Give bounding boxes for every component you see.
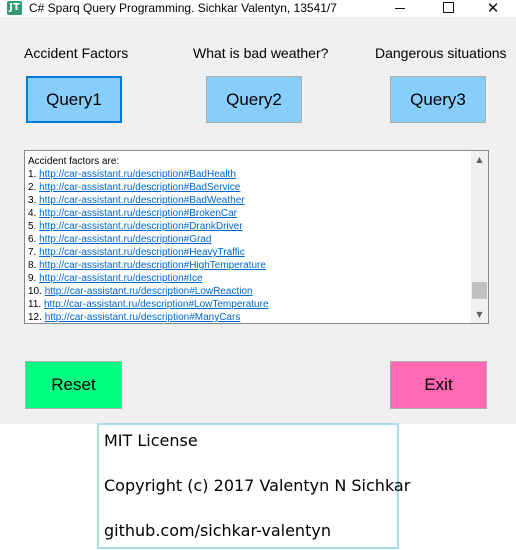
title-bar[interactable]: JT C# Sparq Query Programming. Sichkar V…: [0, 0, 516, 17]
result-row: 3. http://car-assistant.ru/description#B…: [28, 194, 468, 207]
result-row: 1. http://car-assistant.ru/description#B…: [28, 168, 468, 181]
result-row: 2. http://car-assistant.ru/description#B…: [28, 181, 468, 194]
result-number: 12.: [28, 312, 42, 323]
result-link[interactable]: http://car-assistant.ru/description#BadW…: [39, 195, 244, 206]
result-number: 5.: [28, 221, 37, 232]
result-link[interactable]: http://car-assistant.ru/description#Many…: [45, 312, 241, 323]
close-icon[interactable]: ✕: [470, 0, 516, 17]
result-number: 10.: [28, 286, 42, 297]
result-number: 8.: [28, 260, 37, 271]
result-number: 6.: [28, 234, 37, 245]
query2-button[interactable]: Query2: [206, 76, 302, 123]
result-number: 1.: [28, 169, 37, 180]
copyright-text: Copyright (c) 2017 Valentyn N Sichkar: [104, 476, 411, 495]
result-row: 4. http://car-assistant.ru/description#B…: [28, 207, 468, 220]
result-row: 12. http://car-assistant.ru/description#…: [28, 311, 468, 323]
results-header: Accident factors are:: [28, 156, 120, 167]
result-link[interactable]: http://car-assistant.ru/description#BadS…: [39, 182, 240, 193]
result-link[interactable]: http://car-assistant.ru/description#High…: [39, 260, 266, 271]
result-row: 7. http://car-assistant.ru/description#H…: [28, 246, 468, 259]
result-row: 10. http://car-assistant.ru/description#…: [28, 285, 468, 298]
results-content: Accident factors are: 1. http://car-assi…: [28, 155, 468, 323]
result-number: 9.: [28, 273, 37, 284]
reset-button[interactable]: Reset: [25, 361, 122, 409]
maximize-icon[interactable]: [424, 0, 470, 17]
result-link[interactable]: http://car-assistant.ru/description#Dran…: [39, 221, 242, 232]
result-link[interactable]: http://car-assistant.ru/description#LowT…: [44, 299, 269, 310]
query3-button[interactable]: Query3: [390, 76, 486, 123]
bad-weather-label: What is bad weather?: [193, 45, 329, 61]
result-number: 11.: [28, 299, 42, 310]
app-icon: JT: [7, 1, 22, 15]
minimize-icon[interactable]: [378, 0, 424, 17]
results-textbox[interactable]: Accident factors are: 1. http://car-assi…: [24, 150, 489, 324]
dangerous-situations-label: Dangerous situations: [375, 45, 507, 61]
exit-button[interactable]: Exit: [390, 361, 487, 409]
result-link[interactable]: http://car-assistant.ru/description#Ice: [39, 273, 202, 284]
scroll-up-icon[interactable]: ▲: [471, 151, 488, 168]
query1-button[interactable]: Query1: [26, 76, 122, 123]
result-link[interactable]: http://car-assistant.ru/description#LowR…: [45, 286, 253, 297]
result-row: 11. http://car-assistant.ru/description#…: [28, 298, 468, 311]
result-number: 3.: [28, 195, 37, 206]
result-row: 9. http://car-assistant.ru/description#I…: [28, 272, 468, 285]
result-link[interactable]: http://car-assistant.ru/description#Heav…: [39, 247, 245, 258]
result-row: 5. http://car-assistant.ru/description#D…: [28, 220, 468, 233]
accident-factors-label: Accident Factors: [24, 45, 129, 61]
result-row: 8. http://car-assistant.ru/description#H…: [28, 259, 468, 272]
vertical-scrollbar[interactable]: ▲ ▼: [471, 151, 488, 323]
result-number: 4.: [28, 208, 37, 219]
result-row: 6. http://car-assistant.ru/description#G…: [28, 233, 468, 246]
result-number: 7.: [28, 247, 37, 258]
github-text: github.com/sichkar-valentyn: [104, 521, 331, 540]
scroll-down-icon[interactable]: ▼: [471, 306, 488, 323]
result-link[interactable]: http://car-assistant.ru/description#Brok…: [39, 208, 237, 219]
result-link[interactable]: http://car-assistant.ru/description#Grad: [39, 234, 211, 245]
license-title: MIT License: [104, 431, 198, 450]
result-number: 2.: [28, 182, 37, 193]
main-window: JT C# Sparq Query Programming. Sichkar V…: [0, 0, 516, 424]
scroll-thumb[interactable]: [472, 282, 487, 299]
result-link[interactable]: http://car-assistant.ru/description#BadH…: [39, 169, 236, 180]
license-box: MIT License Copyright (c) 2017 Valentyn …: [97, 423, 410, 549]
window-title: C# Sparq Query Programming. Sichkar Vale…: [29, 1, 337, 15]
